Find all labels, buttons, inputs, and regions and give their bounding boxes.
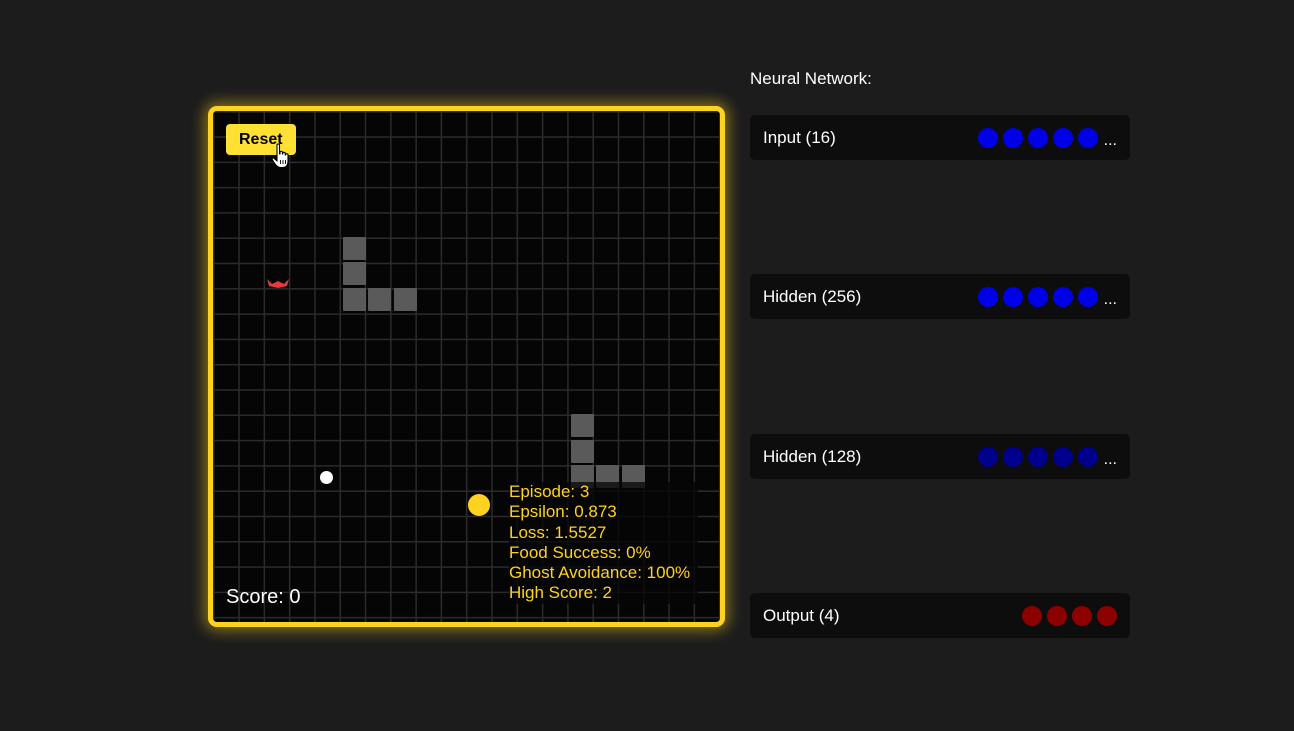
stat-episode: Episode: 3 — [509, 482, 590, 501]
layer-neurons — [1022, 593, 1117, 638]
layer-label: Input (16) — [763, 128, 836, 147]
wall-block — [571, 440, 594, 463]
stat-high-score: High Score: 2 — [509, 583, 612, 603]
neuron-node — [1077, 127, 1098, 148]
neuron-node — [1072, 605, 1092, 626]
more-neurons-indicator: ... — [1103, 131, 1117, 149]
food-pellet — [320, 471, 333, 484]
neuron-node — [1077, 446, 1098, 467]
stat-loss: Loss: 1.5527 — [509, 522, 607, 542]
more-neurons-indicator: ... — [1103, 450, 1117, 468]
layer-label: Hidden (256) — [763, 287, 862, 306]
layer-label: Output (4) — [763, 606, 840, 625]
wall-block — [343, 262, 366, 285]
wall-block — [394, 288, 417, 311]
hand-cursor-icon — [271, 143, 289, 169]
more-neurons-indicator: ... — [1103, 290, 1117, 308]
stat-food-success: Food Success: 0% — [509, 542, 651, 562]
neuron-node — [1027, 286, 1048, 307]
layer-neurons: ... — [977, 115, 1117, 160]
neuron-node — [1002, 446, 1023, 467]
neuron-node — [1022, 605, 1042, 626]
neuron-node — [977, 446, 998, 467]
neuron-node — [1002, 127, 1023, 148]
neuron-node — [977, 127, 998, 148]
ghost-icon — [267, 279, 289, 288]
wall-block — [368, 288, 391, 311]
neuron-node — [1047, 605, 1067, 626]
game-board: Episode: 3 Epsilon: 0.873 Loss: 1.5527 F… — [208, 106, 725, 627]
layer-neurons: ... — [977, 274, 1117, 319]
wall-block — [571, 414, 594, 437]
layer-hidden-256: Hidden (256) ... — [750, 274, 1130, 319]
layer-output: Output (4) — [750, 593, 1130, 638]
neuron-node — [1097, 605, 1117, 626]
neuron-node — [1077, 286, 1098, 307]
layer-input: Input (16) ... — [750, 115, 1130, 160]
score-label: Score: 0 — [226, 586, 301, 608]
neuron-node — [1052, 446, 1073, 467]
stat-ghost-avoidance: Ghost Avoidance: 100% — [509, 563, 691, 583]
neuron-node — [1052, 127, 1073, 148]
neuron-node — [1027, 446, 1048, 467]
neuron-node — [977, 286, 998, 307]
neuron-node — [1027, 127, 1048, 148]
wall-block — [343, 288, 366, 311]
stat-epsilon: Epsilon: 0.873 — [509, 502, 617, 522]
wall-block — [343, 237, 366, 260]
training-stats: Episode: 3 Epsilon: 0.873 Loss: 1.5527 F… — [509, 482, 699, 604]
neural-network-title: Neural Network: — [750, 69, 872, 88]
neuron-node — [1002, 286, 1023, 307]
layer-label: Hidden (128) — [763, 447, 862, 466]
layer-hidden-128: Hidden (128) ... — [750, 434, 1130, 479]
layer-neurons: ... — [977, 434, 1117, 479]
neuron-node — [1052, 286, 1073, 307]
pacman-player — [468, 494, 490, 516]
